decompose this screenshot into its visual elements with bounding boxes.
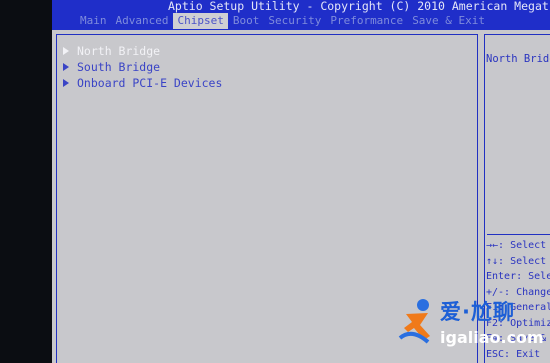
bios-screen: Aptio Setup Utility - Copyright (C) 2010… <box>0 0 550 363</box>
bios-title: Aptio Setup Utility - Copyright (C) 2010… <box>168 0 550 13</box>
menu-item-label: South Bridge <box>77 60 161 74</box>
tab-main[interactable]: Main <box>76 13 111 29</box>
tab-performance[interactable]: Preformance <box>326 13 407 29</box>
key-hint-select-item: ↑↓: Select <box>486 255 547 267</box>
tab-save-exit[interactable]: Save & Exit <box>408 13 489 29</box>
key-hint-enter: Enter: Sele <box>486 271 550 282</box>
tab-security[interactable]: Security <box>264 13 325 29</box>
tab-boot[interactable]: Boot <box>229 13 264 29</box>
tab-chipset[interactable]: Chipset <box>173 13 228 29</box>
runner-logo-icon <box>398 299 430 344</box>
menu-item-onboard-pcie-devices[interactable]: Onboard PCI-E Devices <box>63 75 222 91</box>
submenu-arrow-icon <box>63 79 69 87</box>
bios-header: Aptio Setup Utility - Copyright (C) 2010… <box>52 0 550 30</box>
watermark-brand: 爱·尬聊 <box>440 300 515 324</box>
help-description: North Bridge <box>486 53 550 65</box>
submenu-arrow-icon <box>63 63 69 71</box>
submenu-arrow-icon <box>63 47 69 55</box>
help-divider <box>487 234 550 235</box>
tab-advanced[interactable]: Advanced <box>112 13 173 29</box>
watermark: 爱·尬聊 igaliao.com <box>398 296 548 356</box>
chipset-menu: North Bridge South Bridge Onboard PCI-E … <box>63 43 222 91</box>
menu-item-label: North Bridge <box>77 44 161 58</box>
menu-item-south-bridge[interactable]: South Bridge <box>63 59 222 75</box>
menu-item-label: Onboard PCI-E Devices <box>77 76 223 90</box>
watermark-url: igaliao.com <box>440 328 544 347</box>
key-hint-select-screen: →←: Select <box>486 240 547 251</box>
tab-bar: Main Advanced Chipset Boot Security Pref… <box>76 13 490 29</box>
menu-item-north-bridge[interactable]: North Bridge <box>63 43 222 59</box>
